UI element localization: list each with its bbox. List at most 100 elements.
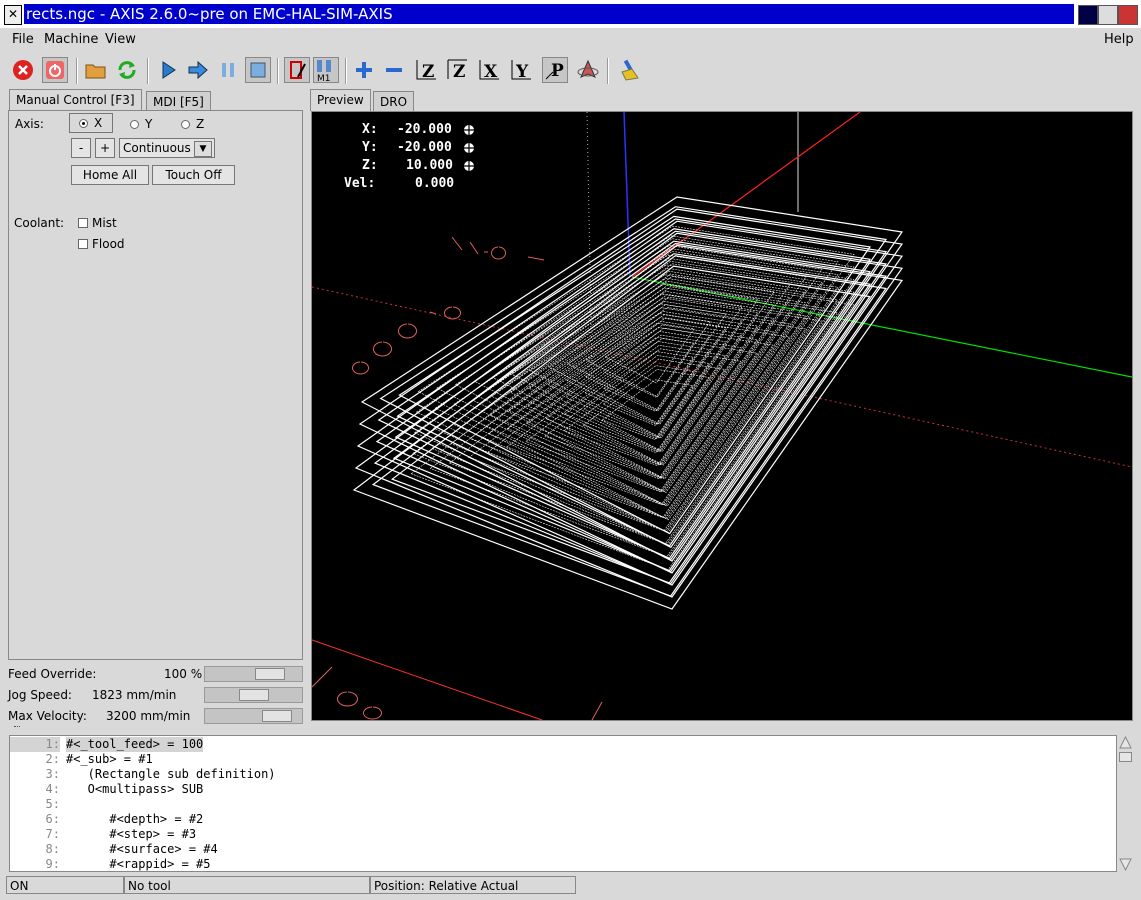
flood-label: Flood [92,237,125,251]
code-line-text: (Rectangle sub definition) [66,767,276,781]
code-line[interactable]: 3: (Rectangle sub definition) [10,767,1116,782]
code-line[interactable]: 7: #<step> = #3 [10,827,1116,842]
menu-help[interactable]: Help [1104,32,1134,47]
code-line[interactable]: 6: #<depth> = #2 [10,812,1116,827]
tab-preview[interactable]: Preview [310,89,371,111]
y-axis-line [631,276,1132,378]
preview-canvas[interactable]: X: -20.000 Y: -20.000 Z: 10.000 Vel: 0.0… [311,111,1133,721]
axis-y-radio[interactable] [130,120,139,129]
code-scrollbar[interactable] [1118,735,1133,872]
toolpath-pass [604,322,695,384]
jog-speed-value: 1823 mm/min [92,688,177,702]
feed-override-value: 100 % [164,667,203,681]
menu-file[interactable]: File [12,32,34,47]
m1-label: M1 [317,74,331,82]
toolpath-layers [352,196,904,610]
title-bar: ✕ rects.ngc - AXIS 2.6.0~pre on EMC-HAL-… [0,0,1141,28]
view-z-icon[interactable]: Z [413,57,439,83]
touch-off-button[interactable]: Touch Off [152,165,235,185]
feed-override-label: Feed Override: [8,667,97,681]
axis-x-radio-box[interactable]: X [69,113,113,133]
extent-line [312,639,543,720]
code-line-number: 4: [45,782,60,796]
axis-x-radio[interactable] [79,119,88,128]
jog-speed-slider[interactable] [204,687,303,703]
minimize-icon[interactable] [1098,5,1118,25]
code-line-text: #<surface> = #4 [66,842,218,856]
view-x-icon[interactable]: X [476,57,502,83]
scroll-thumb[interactable] [1119,752,1132,762]
dro-x-value: -20.000 [397,122,452,137]
stop-icon[interactable] [245,57,271,83]
toolpath-pass [469,294,807,519]
menu-icon[interactable] [1078,5,1098,25]
clear-plot-icon[interactable] [617,57,643,83]
rotate-view-icon[interactable] [575,57,601,83]
home-all-button[interactable]: Home All [71,165,149,185]
zoom-in-icon[interactable] [351,57,377,83]
mist-label: Mist [92,216,117,230]
code-line[interactable]: 2: #<_sub> = #1 [10,752,1116,767]
manual-control-panel: Axis: X Y Z - + Continuous ▼ Home All To… [8,110,303,660]
code-line[interactable]: 9: #<rappid> = #5 [10,857,1116,871]
menu-machine[interactable]: Machine [44,32,98,47]
toolpath-pass [586,313,711,398]
open-file-icon[interactable] [83,57,109,83]
coolant-label: Coolant: [14,216,65,230]
dro-y-value: -20.000 [397,140,452,155]
jog-speed-handle[interactable] [239,689,269,701]
view-p-icon[interactable]: P [542,57,568,83]
code-line-text: #<step> = #3 [66,827,197,841]
toolpath-pass [545,334,742,466]
code-line-number: 2: [45,752,60,766]
block-delete-icon[interactable] [284,57,310,83]
jog-minus-button[interactable]: - [71,138,91,158]
axis-z-label: Z [196,117,205,131]
step-icon[interactable] [185,57,211,83]
feed-override-handle[interactable] [255,668,285,680]
tab-mdi[interactable]: MDI [F5] [146,91,211,111]
scroll-up-icon[interactable] [1118,735,1133,750]
mist-checkbox[interactable] [78,218,88,228]
pane-grip[interactable] [14,726,20,731]
tab-dro[interactable]: DRO [373,91,415,111]
zoom-out-icon[interactable] [381,57,407,83]
dro-vel-value: 0.000 [415,176,455,191]
tab-manual-control[interactable]: Manual Control [F3] [9,89,142,111]
code-line[interactable]: 4: O<multipass> SUB [10,782,1116,797]
gcode-listing[interactable]: 1: #<_tool_feed> = 100 2: #<_sub> = #1 3: (R… [9,735,1117,872]
pause-icon[interactable] [215,57,241,83]
power-icon[interactable] [42,57,68,83]
feed-override-slider[interactable] [204,666,303,682]
toolpath-plot [312,112,1132,720]
code-line-number: 1: [10,737,60,752]
flood-checkbox[interactable] [78,239,88,249]
jog-mode-select[interactable]: Continuous ▼ [119,138,215,158]
max-velocity-handle[interactable] [262,710,292,722]
optional-stop-icon[interactable]: M1 [313,57,339,83]
dro-x-label: X: [362,122,378,137]
max-velocity-label: Max Velocity: [8,709,87,723]
view-y-label: Y [515,62,529,82]
estop-icon[interactable] [10,57,36,83]
view-z2-label: Z [453,62,465,82]
code-line-text: #<_tool_feed> = 100 [66,737,204,752]
view-y-icon[interactable]: Y [508,57,534,83]
code-line[interactable]: 1: #<_tool_feed> = 100 [10,737,1116,752]
status-position: Position: Relative Actual [370,876,576,894]
max-velocity-value: 3200 mm/min [106,709,191,723]
code-line[interactable]: 5: [10,797,1116,812]
code-line[interactable]: 8: #<surface> = #4 [10,842,1116,857]
app-icon[interactable]: ✕ [4,5,22,25]
axis-z-radio[interactable] [181,120,190,129]
close-icon[interactable] [1118,5,1138,25]
chevron-down-icon[interactable]: ▼ [194,141,212,157]
menu-view[interactable]: View [105,32,136,47]
jog-plus-button[interactable]: + [95,138,115,158]
view-z2-icon[interactable]: Z [444,57,470,83]
scroll-down-icon[interactable] [1118,857,1133,872]
run-icon[interactable] [155,57,181,83]
reload-icon[interactable] [114,57,140,83]
toolbar-separator [345,58,347,84]
max-velocity-slider[interactable] [204,708,303,724]
